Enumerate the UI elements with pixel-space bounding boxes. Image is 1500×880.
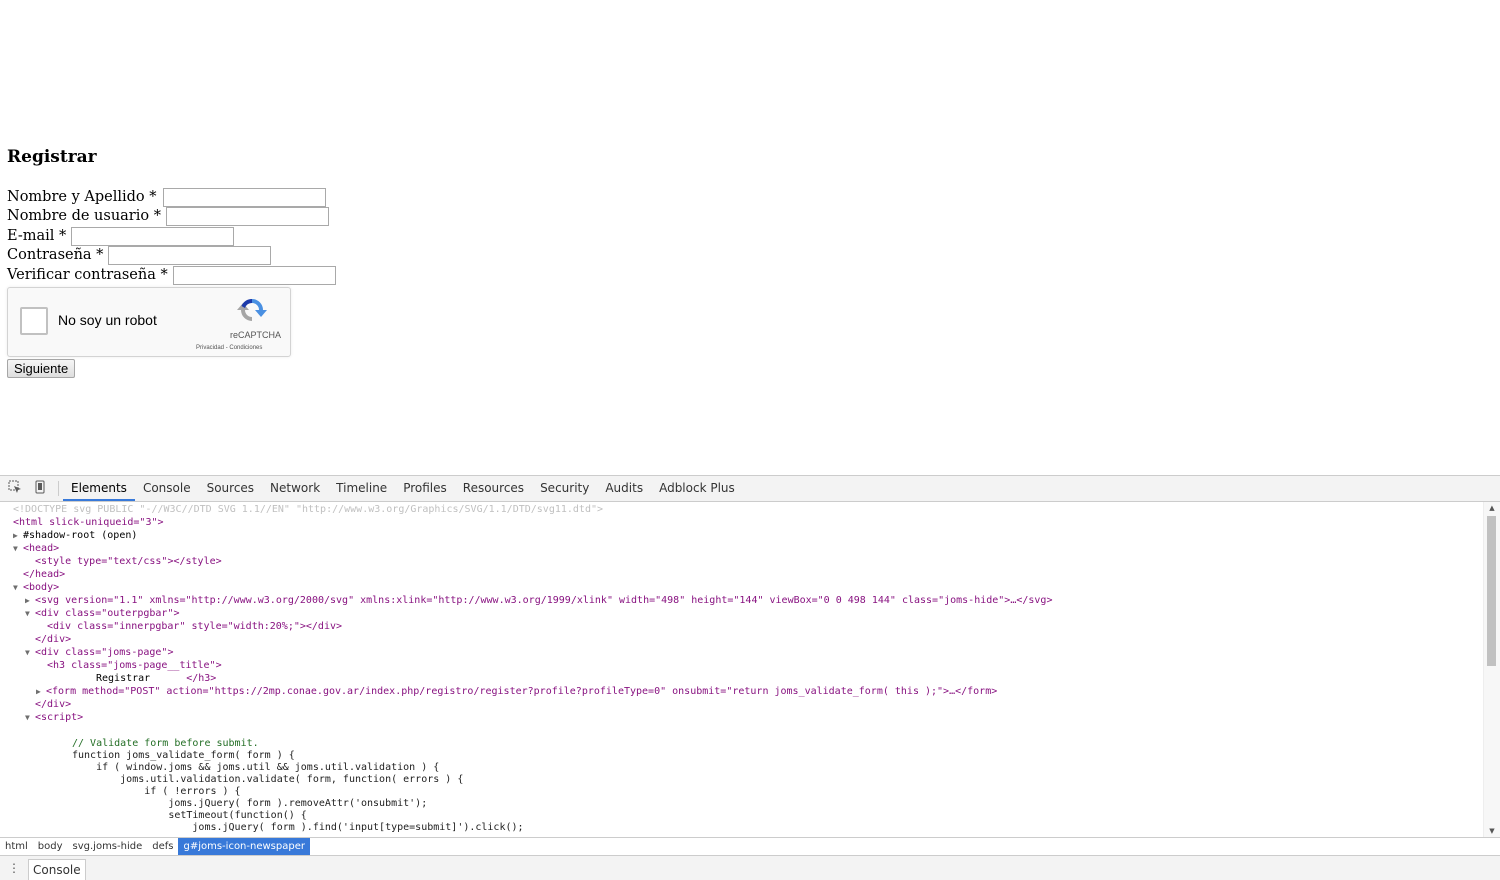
recaptcha-label: No soy un robot: [58, 312, 157, 328]
submit-button[interactable]: Siguiente: [7, 359, 76, 378]
devtools-drawer: ⋮ Console: [0, 855, 1500, 880]
breadcrumb-html[interactable]: html: [0, 838, 33, 856]
tab-elements[interactable]: Elements: [63, 476, 135, 501]
toolbar-divider: [58, 481, 59, 496]
recaptcha-checkbox[interactable]: [20, 307, 48, 335]
tab-security[interactable]: Security: [532, 476, 597, 501]
collapsed-triangle-icon[interactable]: ▶: [13, 529, 23, 542]
field-label-fullname: Nombre y Apellido *: [7, 189, 157, 205]
dom-h3-node[interactable]: <h3 class="joms-page__title">: [47, 659, 222, 672]
scrollbar-thumb[interactable]: [1487, 516, 1496, 666]
email-input[interactable]: [71, 226, 235, 246]
dom-body-node[interactable]: ▼ <body>: [13, 581, 59, 594]
field-row-verify-password: Verificar contraseña *: [7, 265, 336, 285]
scroll-up-icon[interactable]: ▲: [1488, 504, 1496, 512]
field-label-email: E-mail *: [7, 228, 67, 244]
field-row-fullname: Nombre y Apellido *: [7, 187, 326, 207]
recaptcha-brand: reCAPTCHA: [230, 330, 282, 340]
recaptcha-widget: No soy un robot reCAPTCHA Privacidad - C…: [7, 287, 291, 357]
dom-div-close[interactable]: </div>: [35, 633, 71, 646]
fullname-input[interactable]: [162, 187, 326, 207]
tab-network[interactable]: Network: [262, 476, 328, 501]
code-line: joms.jQuery( form ).find('input[type=sub…: [72, 822, 524, 833]
expanded-triangle-icon[interactable]: ▼: [13, 542, 23, 555]
dom-tree-scrollbar[interactable]: ▲ ▼: [1483, 502, 1500, 837]
dom-html-node[interactable]: <html slick-uniqueid="3">: [13, 516, 164, 529]
inspect-element-icon[interactable]: [7, 480, 23, 496]
devtools-panel: Elements Console Sources Network Timelin…: [0, 475, 1500, 880]
dom-div-close-2[interactable]: </div>: [35, 698, 71, 711]
expanded-triangle-icon[interactable]: ▼: [25, 646, 35, 659]
password-input[interactable]: [108, 245, 272, 265]
page-content: Registrar Nombre y Apellido * Nombre de …: [0, 0, 1500, 475]
devtools-tabs: Elements Console Sources Network Timelin…: [63, 476, 743, 501]
tab-sources[interactable]: Sources: [199, 476, 262, 501]
dom-svg-node[interactable]: ▶ <svg version="1.1" xmlns="http://www.w3…: [25, 594, 1052, 607]
recaptcha-logo-icon: [237, 298, 267, 321]
breadcrumb-body[interactable]: body: [33, 838, 68, 856]
recaptcha-terms-link[interactable]: Condiciones: [229, 345, 262, 351]
field-label-username: Nombre de usuario *: [7, 208, 161, 224]
devtools-toolbar: Elements Console Sources Network Timelin…: [0, 476, 1500, 502]
field-row-password: Contraseña *: [7, 245, 272, 265]
dom-shadow-root[interactable]: ▶ #shadow-root (open): [13, 529, 137, 542]
collapsed-triangle-icon[interactable]: ▶: [25, 594, 35, 607]
dom-innerpgbar-node[interactable]: <div class="innerpgbar" style="width:20%…: [47, 620, 342, 633]
recaptcha-privacy-link[interactable]: Privacidad: [196, 345, 224, 351]
tab-profiles[interactable]: Profiles: [395, 476, 455, 501]
dom-tree[interactable]: <!DOCTYPE svg PUBLIC "-//W3C//DTD SVG 1.…: [0, 502, 1483, 837]
dom-head-close[interactable]: </head>: [23, 568, 65, 581]
dom-outerpgbar-node[interactable]: ▼ <div class="outerpgbar">: [25, 607, 180, 620]
dom-form-node[interactable]: ▶ <form method="POST" action="https://2mp…: [36, 685, 997, 698]
expanded-triangle-icon[interactable]: ▼: [25, 711, 35, 724]
breadcrumb-defs[interactable]: defs: [147, 838, 178, 856]
breadcrumb-svg[interactable]: svg.joms-hide: [68, 838, 148, 856]
more-options-icon[interactable]: ⋮: [8, 860, 20, 876]
tab-audits[interactable]: Audits: [597, 476, 651, 501]
collapsed-triangle-icon[interactable]: ▶: [36, 685, 46, 698]
field-label-verify-password: Verificar contraseña *: [7, 267, 168, 283]
dom-breadcrumbs: html body svg.joms-hide defs g#joms-icon…: [0, 837, 1500, 856]
dom-style-node[interactable]: <style type="text/css"></style>: [35, 555, 222, 568]
dom-head-node[interactable]: ▼ <head>: [13, 542, 59, 555]
breadcrumb-selected-node[interactable]: g#joms-icon-newspaper: [178, 838, 310, 856]
dom-joms-page-node[interactable]: ▼ <div class="joms-page">: [25, 646, 173, 659]
expanded-triangle-icon[interactable]: ▼: [25, 607, 35, 620]
page-title: Registrar: [7, 147, 97, 167]
recaptcha-links: Privacidad - Condiciones: [196, 345, 263, 351]
scroll-down-icon[interactable]: ▼: [1488, 827, 1496, 835]
drawer-tab-console[interactable]: Console: [28, 859, 86, 880]
tab-resources[interactable]: Resources: [455, 476, 532, 501]
device-mode-icon[interactable]: [32, 480, 48, 496]
tab-adblock-plus[interactable]: Adblock Plus: [651, 476, 743, 501]
dom-h3-text[interactable]: Registrar </h3>: [96, 672, 216, 685]
field-row-username: Nombre de usuario *: [7, 206, 329, 226]
tab-timeline[interactable]: Timeline: [328, 476, 395, 501]
dom-script-node[interactable]: ▼ <script>: [25, 711, 83, 724]
expanded-triangle-icon[interactable]: ▼: [13, 581, 23, 594]
tab-console[interactable]: Console: [135, 476, 199, 501]
username-input[interactable]: [165, 206, 329, 226]
verify-password-input[interactable]: [172, 265, 336, 285]
dom-doctype[interactable]: <!DOCTYPE svg PUBLIC "-//W3C//DTD SVG 1.…: [13, 503, 603, 516]
field-row-email: E-mail *: [7, 226, 235, 246]
field-label-password: Contraseña *: [7, 247, 104, 263]
